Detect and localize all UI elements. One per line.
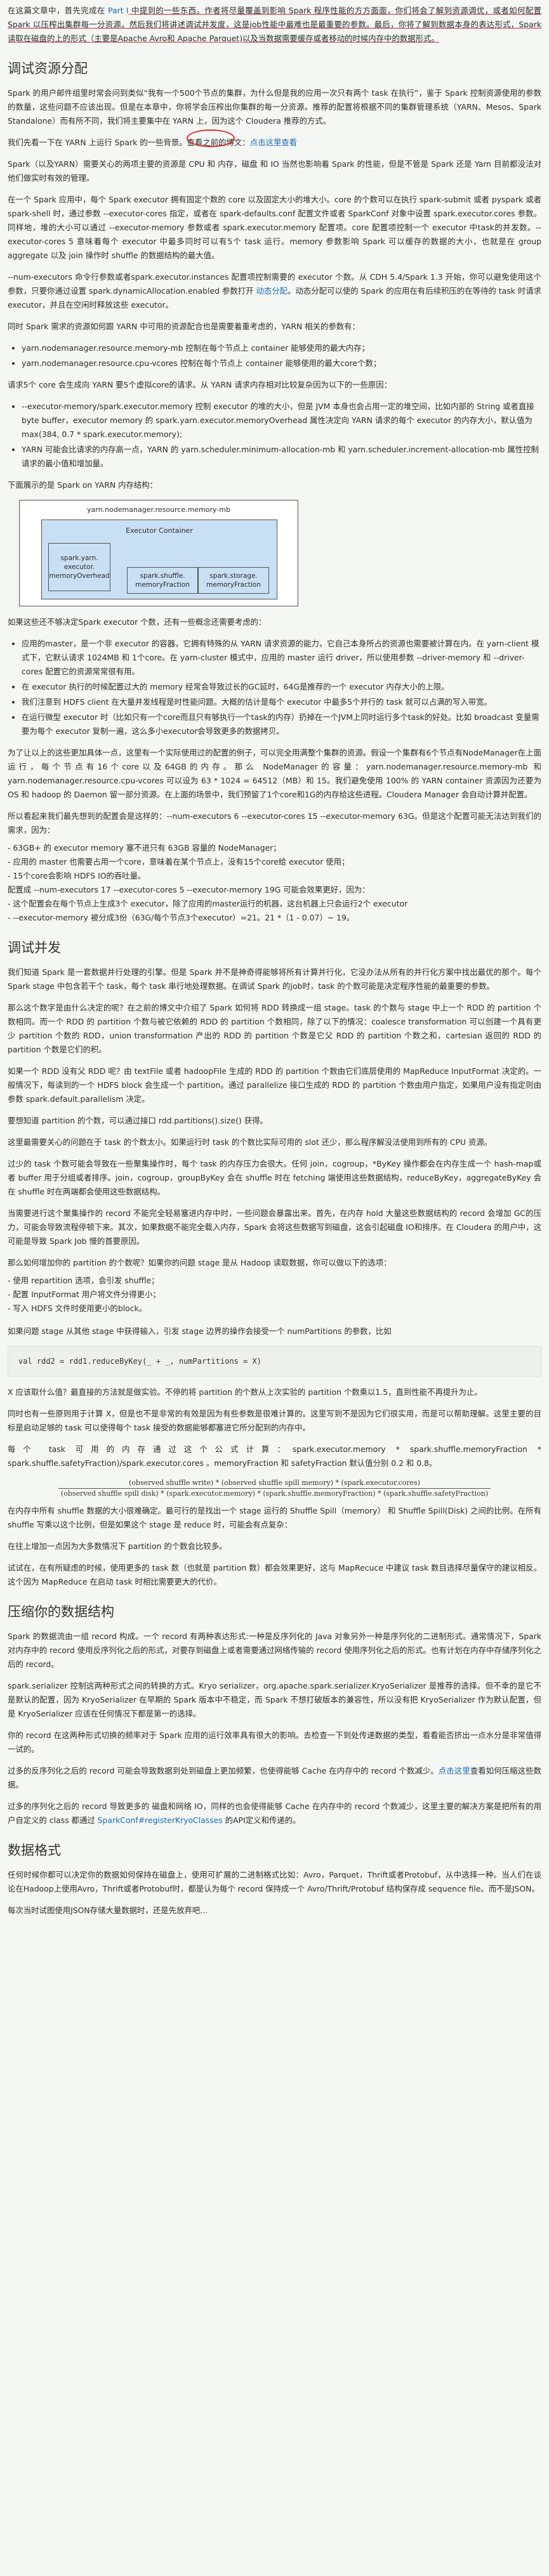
resources-p7: 请求5个 core 会生成向 YARN 要5个虚拟core的请求。从 YARN … bbox=[8, 380, 392, 389]
parallelism-p12: 每个 task 可用的内存通过这个公式计算：spark.executor.mem… bbox=[8, 1444, 541, 1468]
format-p2: 每次当时试图使用JSON存储大量数据时，还是先放弃吧... bbox=[8, 1906, 208, 1915]
list-item: - 使用 repartition 选项，会引发 shuffle； bbox=[8, 1276, 159, 1285]
parallelism-p2: 那么这个数字是由什么决定的呢？在之前的博文中介绍了 Spark 如何将 RDD … bbox=[8, 1003, 541, 1054]
list-item: - 63GB+ 的 executor memory 塞不进只有 63GB 容量的… bbox=[8, 843, 281, 853]
resources-p11: 所以看起来我们最先想到的配置会是这样的：--num-executors 6 --… bbox=[8, 811, 541, 835]
storage-fraction-cell: spark.storage. memoryFraction bbox=[198, 567, 269, 594]
resources-intro: Spark 的用户邮件组里时常会问到类似“我有一个500个节点的集群，为什么但是… bbox=[8, 86, 541, 147]
article: 在这篇文章中，首先完成在 Part I 中提到的一些东西。作者将尽量覆盖到影响 … bbox=[0, 0, 549, 1918]
resources-p10: 为了让以上的这些更加具体一点，这里有一个实际使用过的配置的例子，可以完全用满整个… bbox=[8, 748, 541, 799]
resources-p3: Spark（以及YARN）需要关心的两项主要的资源是 CPU 和 内存，磁盘 和… bbox=[8, 159, 541, 183]
memory-overhead-cell: spark.yarn. executor. memoryOverhead bbox=[48, 543, 110, 591]
executor-concepts-list: 应用的master，是一个非 executor 的容器，它拥有特殊的从 YARN… bbox=[8, 637, 541, 738]
resources-p2: 我们先看一下在 YARN 上运行 Spark 的一些背景。查看之前的博文：点击这… bbox=[8, 138, 298, 147]
executor-container-label: Executor Container bbox=[126, 526, 193, 535]
list-item: yarn.nodemanager.resource.memory-mb 控制在每… bbox=[22, 341, 541, 355]
list-item: yarn.nodemanager.resource.cpu-vcores 控制在… bbox=[22, 356, 541, 370]
resources-p6: 同时 Spark 需求的资源如何跟 YARN 中可用的资源配合也是需要着重考虑的… bbox=[8, 322, 360, 331]
parallelism-p14: 在往上增加一点因为大多数情况下 partition 的个数会比较多。 bbox=[8, 1541, 227, 1551]
shuffle-fraction-cell: spark.shuffle. memoryFraction bbox=[127, 567, 198, 594]
format-p1: 任何时候你都可以决定你的数据如何保持在磁盘上，使用可扩展的二进制格式比如：Avr… bbox=[8, 1870, 541, 1893]
list-item: - --executor-memory 被分成3份（63G/每个节点3个exec… bbox=[8, 913, 355, 922]
parallelism-p6: 过少的 task 个数可能会导致在一些聚集操作时，每个 task 的内存压力会很… bbox=[8, 1159, 541, 1196]
previous-post-link[interactable]: 点击这里查看 bbox=[250, 138, 297, 147]
parallelism-p4: 要想知道 partition 的个数，可以通过接口 rdd.partitions… bbox=[8, 1116, 268, 1125]
intro: 在这篇文章中，首先完成在 Part I 中提到的一些东西。作者将尽量覆盖到影响 … bbox=[8, 4, 541, 46]
list-item: 我们注意到 HDFS client 在大量并发线程是时性能问题。大概的估计是每个… bbox=[22, 695, 541, 709]
parallelism-p9: 如果问题 stage 从其他 stage 中获得输入，引发 stage 边界的操… bbox=[8, 1326, 392, 1336]
compress-p5: 过多的序列化之后的 record 导致更多的 磁盘和网络 IO，同样的也会使得能… bbox=[8, 1801, 541, 1825]
executor-container-box: Executor Container spark.yarn. executor.… bbox=[41, 520, 277, 599]
yarn-params-list: yarn.nodemanager.resource.memory-mb 控制在每… bbox=[8, 341, 541, 370]
yarn-memory-diagram: yarn.nodemanager.resource.memory-mb Exec… bbox=[19, 500, 298, 606]
compress-p4: 过多的反序列化之后的 record 可能会导致数据到处到磁盘上更加频繁，也使得能… bbox=[8, 1766, 542, 1789]
compress-p3: 你的 record 在这两种形式切换的频率对于 Spark 应用的运行效率具有很… bbox=[8, 1730, 541, 1754]
parallelism-p3: 如果一个 RDD 没有父 RDD 呢？由 textFile 或者 hadoopF… bbox=[8, 1066, 541, 1104]
parallelism-p5: 这里最需要关心的问题在于 task 的个数太小。如果运行时 task 的个数比实… bbox=[8, 1137, 493, 1147]
code-block: val rdd2 = rdd1.reduceByKey(_ + _, numPa… bbox=[8, 1346, 541, 1376]
parallelism-p10: X 应该取什么值？最直接的方法就是做实验。不停的将 partition 的个数从… bbox=[8, 1387, 482, 1397]
resources-p9: 如果这些还不够决定Spark executor 个数，还有一些概念还需要考虑的： bbox=[8, 617, 267, 627]
resources-p8: 下面展示的是 Spark on YARN 内存结构： bbox=[8, 480, 158, 490]
heading-tune-parallelism: 调试并发 bbox=[8, 940, 61, 955]
memory-notes-list: --executor-memory/spark.executor.memory … bbox=[8, 400, 541, 471]
list-item: - 应用的 master 也需要占用一个core，意味着在某个节点上，没有15个… bbox=[8, 857, 350, 866]
list-item: 应用的master，是一个非 executor 的容器，它拥有特殊的从 YARN… bbox=[22, 637, 541, 679]
register-kryo-link[interactable]: SparkConf#registerKryoClasses bbox=[98, 1815, 223, 1825]
parallelism-p13: 在内存中所有 shuffle 数据的大小很难确定。最可行的是找出一个 stage… bbox=[8, 1506, 541, 1529]
list-item: --executor-memory/spark.executor.memory … bbox=[22, 400, 541, 441]
intro-paragraph: 在这篇文章中，首先完成在 Part I 中提到的一些东西。作者将尽量覆盖到影响 … bbox=[8, 6, 541, 43]
dynamic-allocation-link[interactable]: 动态分配 bbox=[256, 286, 288, 296]
config-reasons: - 63GB+ 的 executor memory 塞不进只有 63GB 容量的… bbox=[8, 841, 541, 925]
formula-numerator: (observed shuffle write) * (observed shu… bbox=[129, 1479, 420, 1487]
list-item: - 这个配置会在每个节点上生成3个 executor，除了应用的master运行… bbox=[8, 899, 408, 908]
formula-denominator: (observed shuffle spill disk) * (spark.e… bbox=[60, 1489, 489, 1498]
parallelism-p11: 同时也有一些原则用于计算 X，但是也不是非常的有效是因为有些参数是很难计算的。这… bbox=[8, 1409, 541, 1432]
parallelism-p15: 试试在，在有所疑虑的时候，使用更多的 task 数（也就是 partition … bbox=[8, 1563, 541, 1586]
partition-options: - 使用 repartition 选项，会引发 shuffle； - 配置 In… bbox=[8, 1274, 541, 1316]
list-item: - 写入 HDFS 文件时使用更小的block。 bbox=[8, 1304, 147, 1313]
part1-link[interactable]: Part I bbox=[108, 6, 128, 15]
resources-p5: --num-executors 命令行参数或者spark.executor.in… bbox=[8, 272, 541, 310]
parallelism-p8: 那么如何增加你的 partition 的个数呢？如果你的问题 stage 是从 … bbox=[8, 1258, 392, 1267]
parallelism-p7: 当需要进行这个聚集操作的 record 不能完全轻易塞进内存中时，一些问题会暴露… bbox=[8, 1208, 541, 1246]
formula: (observed shuffle write) * (observed shu… bbox=[8, 1478, 541, 1499]
list-item: - 配置 InputFormat 用户将文件分得更小； bbox=[8, 1290, 161, 1299]
compress-link[interactable]: 点击这里 bbox=[439, 1766, 470, 1775]
resources-p4: 在一个 Spark 应用中，每个 Spark executor 拥有固定个数的 … bbox=[8, 195, 541, 260]
yarn-box-label: yarn.nodemanager.resource.memory-mb bbox=[87, 506, 230, 514]
list-item: - 15个core会影响 HDFS IO的吞吐量。 bbox=[8, 871, 146, 880]
list-item: 配置成 --num-executors 17 --executor-cores … bbox=[8, 885, 370, 894]
resources-p1: Spark 的用户邮件组里时常会问到类似“我有一个500个节点的集群，为什么但是… bbox=[8, 88, 541, 126]
compress-p2: spark.serializer 控制这两种形式之间的转换的方式。Kryo se… bbox=[8, 1681, 541, 1718]
list-item: 在 executor 执行的时候配置过大的 memory 经常会导致过长的GC延… bbox=[22, 680, 541, 694]
heading-slim-data-structures: 压缩你的数据结构 bbox=[8, 1604, 114, 1619]
heading-tune-resources: 调试资源分配 bbox=[8, 61, 88, 76]
heading-data-formats: 数据格式 bbox=[8, 1843, 61, 1858]
compress-p1: Spark 的数据流由一组 record 构成。一个 record 有两种表达形… bbox=[8, 1631, 541, 1669]
yarn-nodemanager-box: yarn.nodemanager.resource.memory-mb Exec… bbox=[19, 500, 298, 606]
parallelism-p1: 我们知道 Spark 是一套数据并行处理的引擎。但是 Spark 并不是神奇得能… bbox=[8, 967, 541, 991]
list-item: 在运行微型 executor 时（比如只有一个core而且只有够执行一个task… bbox=[22, 710, 541, 738]
list-item: YARN 可能会比请求的内存高一点，YARN 的 yarn.scheduler.… bbox=[22, 443, 541, 471]
